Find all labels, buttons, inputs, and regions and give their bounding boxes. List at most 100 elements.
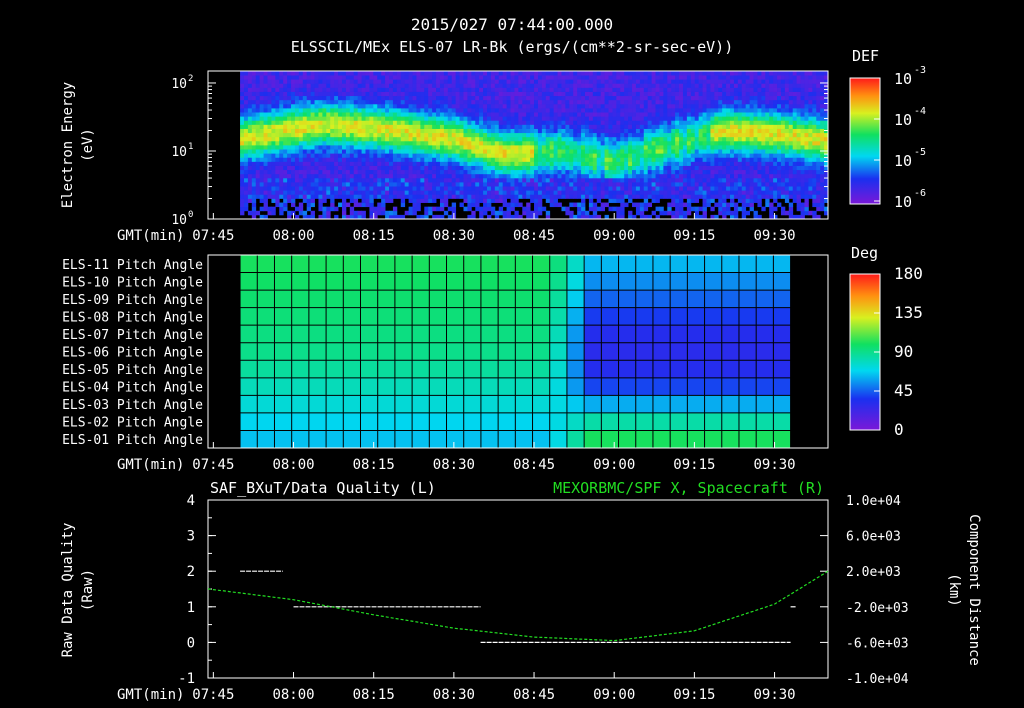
spectrogram-cell <box>247 99 253 105</box>
spectrogram-cell <box>365 177 370 183</box>
spectrogram-cell <box>487 99 492 105</box>
spectrogram-cell <box>322 161 327 166</box>
spectrogram-cell <box>702 79 707 84</box>
spectrogram-cell <box>643 95 649 101</box>
spectrogram-cell <box>334 103 339 109</box>
spectrogram-cell <box>600 177 605 183</box>
spectrogram-cell <box>416 206 421 212</box>
spectrogram-cell <box>777 91 782 97</box>
spectrogram-cell <box>722 132 727 138</box>
spectrogram-cell <box>812 190 817 195</box>
spectrogram-cell <box>584 95 590 101</box>
spectrogram-cell <box>424 91 429 97</box>
spectrogram-cell <box>361 132 366 138</box>
spectrogram-cell <box>702 112 707 117</box>
spectrogram-cell <box>620 95 625 101</box>
spectrogram-cell <box>745 177 751 183</box>
spectrogram-cell <box>679 210 684 216</box>
spectrogram-cell <box>628 153 633 158</box>
spectrogram-cell <box>471 169 476 175</box>
spectrogram-cell <box>628 145 633 150</box>
spectrogram-cell <box>777 202 782 208</box>
spectrogram-cell <box>608 95 613 101</box>
spectrogram-cell <box>784 128 790 134</box>
spectrogram-cell <box>377 108 382 113</box>
spectrogram-cell <box>659 169 664 175</box>
chart-canvas: 2015/027 07:44:00.000 ELSSCIL/MEx ELS-07… <box>60 15 982 703</box>
spectrogram-cell <box>467 145 472 150</box>
spectrogram-cell <box>788 128 794 134</box>
spectrogram-cell <box>733 136 739 142</box>
spectrogram-cell <box>510 194 515 199</box>
spectrogram-cell <box>769 190 774 195</box>
spectrogram-cell <box>534 95 539 101</box>
spectrogram-cell <box>667 83 672 88</box>
spectrogram-cell <box>498 71 504 76</box>
spectrogram-cell <box>498 190 504 195</box>
spectrogram-cell <box>424 83 429 88</box>
spectrogram-cell <box>330 116 335 121</box>
spectrogram-cell <box>643 202 649 208</box>
spectrogram-cell <box>400 198 406 203</box>
spectrogram-cell <box>322 103 327 109</box>
spectrogram-cell <box>616 182 621 187</box>
spectrogram-cell <box>326 116 331 121</box>
spectrogram-cell <box>745 194 751 199</box>
spectrogram-cell <box>483 210 488 216</box>
spectrogram-cell <box>541 83 547 88</box>
spectrogram-cell <box>588 145 594 150</box>
spectrogram-cell <box>522 120 527 125</box>
spectrogram-cell <box>428 173 433 179</box>
spectrogram-cell <box>796 95 801 101</box>
spectrogram-cell <box>726 91 731 97</box>
spectrogram-cell <box>432 186 437 191</box>
spectrogram-cell <box>761 112 766 117</box>
spectrogram-cell <box>749 206 754 212</box>
spectrogram-cell <box>451 112 457 117</box>
spectrogram-cell <box>804 182 809 187</box>
spectrogram-cell <box>777 79 782 84</box>
spectrogram-cell <box>534 210 539 216</box>
spectrogram-cell <box>287 136 292 142</box>
spectrogram-cell <box>541 99 547 105</box>
spectrogram-cell <box>749 132 754 138</box>
spectrogram-cell <box>294 87 300 92</box>
spectrogram-cell <box>518 87 523 92</box>
spectrogram-cell <box>635 210 641 216</box>
spectrogram-cell <box>632 177 637 183</box>
spectrogram-cell <box>357 153 362 158</box>
spectrogram-cell <box>494 112 500 117</box>
spectrogram-cell <box>612 173 617 179</box>
spectrogram-cell <box>647 124 653 129</box>
spectrogram-cell <box>796 75 801 80</box>
spectrogram-cell <box>604 71 609 76</box>
spectrogram-cell <box>561 103 566 109</box>
spectrogram-cell <box>443 112 449 117</box>
spectrogram-cell <box>671 91 676 97</box>
spectrogram-cell <box>679 91 684 97</box>
spectrogram-cell <box>647 136 653 142</box>
spectrogram-cell <box>318 116 323 121</box>
spectrogram-cell <box>353 91 359 97</box>
spectrogram-cell <box>698 99 703 105</box>
spectrogram-cell <box>279 83 284 88</box>
spectrogram-cell <box>714 169 719 175</box>
spectrogram-cell <box>612 165 617 171</box>
spectrogram-cell <box>459 145 464 150</box>
spectrogram-cell <box>522 116 527 121</box>
spectrogram-cell <box>769 177 774 183</box>
spectrogram-cell <box>698 177 703 183</box>
spectrogram-cell <box>243 206 249 212</box>
spectrogram-cell <box>400 169 406 175</box>
spectrogram-cell <box>334 186 339 191</box>
spectrogram-cell <box>737 116 743 121</box>
spectrogram-cell <box>702 190 707 195</box>
spectrogram-cell <box>788 87 794 92</box>
spectrogram-cell <box>439 177 445 183</box>
spectrogram-cell <box>765 132 770 138</box>
spectrogram-cell <box>467 157 472 162</box>
spectrogram-cell <box>345 157 351 162</box>
spectrogram-cell <box>796 136 801 142</box>
spectrogram-cell <box>624 83 629 88</box>
spectrogram-cell <box>686 194 692 199</box>
